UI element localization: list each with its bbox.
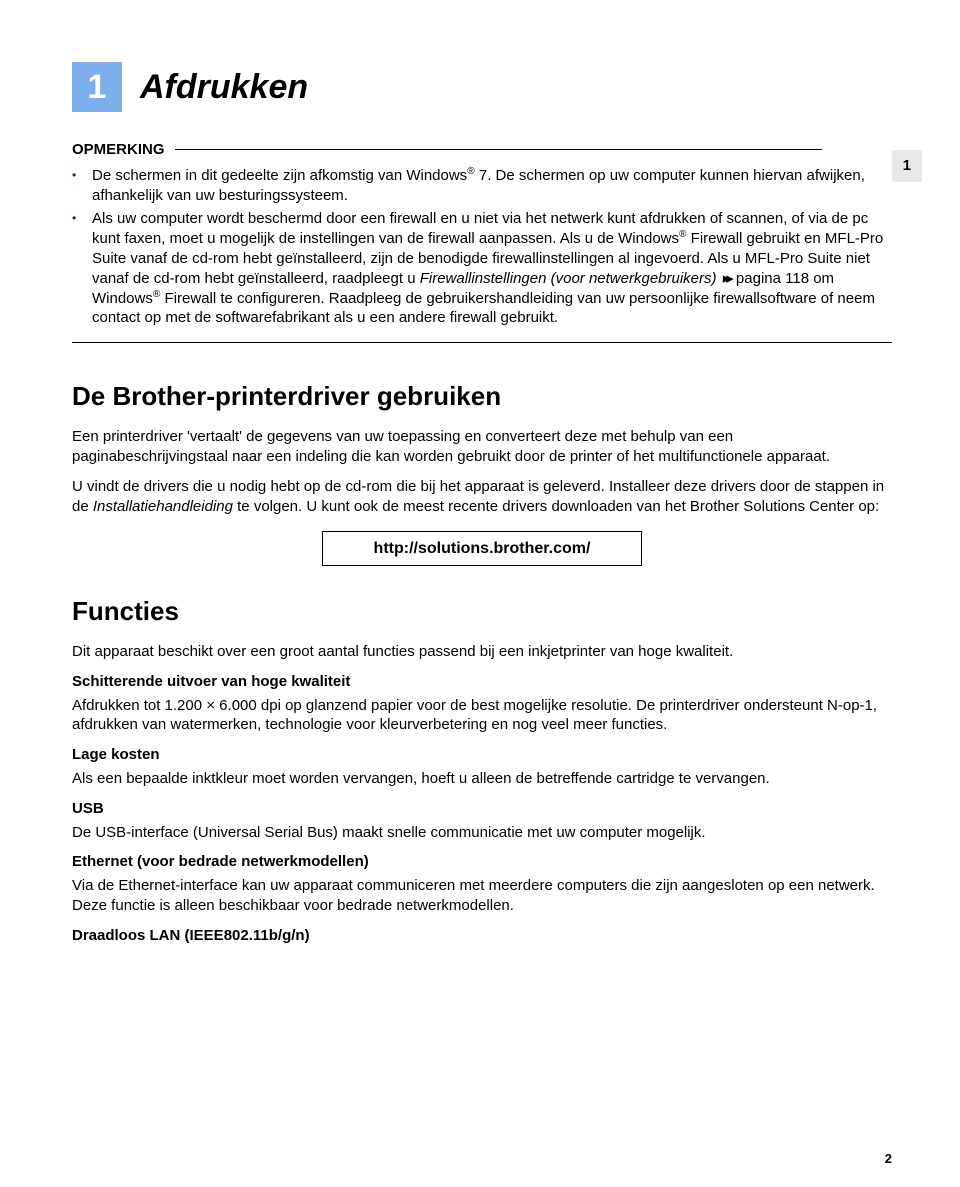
doc-reference: Installatiehandleiding — [93, 498, 233, 515]
feature-item: USB De USB-interface (Universal Serial B… — [72, 799, 892, 843]
chapter-header: 1 Afdrukken — [72, 62, 892, 112]
feature-heading: Lage kosten — [72, 745, 892, 765]
feature-body: Als een bepaalde inktkleur moet worden v… — [72, 769, 892, 789]
bullet-icon: • — [72, 209, 84, 328]
note-bullet-text: Als uw computer wordt beschermd door een… — [92, 209, 892, 328]
paragraph: Een printerdriver 'vertaalt' de gegevens… — [72, 427, 892, 467]
text-run: te volgen. U kunt ook de meest recente d… — [233, 498, 879, 515]
note-end-rule — [72, 342, 892, 343]
feature-item: Lage kosten Als een bepaalde inktkleur m… — [72, 745, 892, 789]
note-block: OPMERKING • De schermen in dit gedeelte … — [72, 140, 892, 328]
feature-body: De USB-interface (Universal Serial Bus) … — [72, 823, 892, 843]
side-page-marker: 1 — [892, 150, 922, 182]
registered-mark: ® — [679, 229, 687, 240]
feature-body: Via de Ethernet-interface kan uw apparaa… — [72, 876, 892, 916]
feature-item: Draadloos LAN (IEEE802.11b/g/n) — [72, 926, 892, 946]
paragraph: U vindt de drivers die u nodig hebt op d… — [72, 477, 892, 517]
section-heading-features: Functies — [72, 594, 892, 628]
feature-heading: Schitterende uitvoer van hoge kwaliteit — [72, 672, 892, 692]
note-bullet-text: De schermen in dit gedeelte zijn afkomst… — [92, 166, 892, 206]
bullet-icon: • — [72, 166, 84, 206]
feature-body: Afdrukken tot 1.200 × 6.000 dpi op glanz… — [72, 696, 892, 736]
chapter-title: Afdrukken — [140, 65, 308, 110]
cross-reference-link[interactable]: Firewallinstellingen (voor netwerkgebrui… — [420, 270, 717, 287]
note-rule — [175, 149, 822, 150]
note-heading-row: OPMERKING — [72, 140, 892, 160]
features-intro: Dit apparaat beschikt over een groot aan… — [72, 642, 892, 662]
feature-heading: USB — [72, 799, 892, 819]
note-bullet: • De schermen in dit gedeelte zijn afkom… — [72, 166, 892, 206]
text-run: De schermen in dit gedeelte zijn afkomst… — [92, 167, 467, 184]
feature-heading: Ethernet (voor bedrade netwerkmodellen) — [72, 852, 892, 872]
chapter-number: 1 — [88, 65, 107, 110]
text-run: Firewall te configureren. Raadpleeg de g… — [92, 290, 875, 327]
note-bullet: • Als uw computer wordt beschermd door e… — [72, 209, 892, 328]
feature-item: Schitterende uitvoer van hoge kwaliteit … — [72, 672, 892, 735]
page-ref-arrows-icon: ▸▸ — [723, 269, 730, 287]
page-number: 2 — [885, 1150, 892, 1167]
solutions-url-link[interactable]: http://solutions.brother.com/ — [322, 531, 642, 566]
chapter-number-badge: 1 — [72, 62, 122, 112]
feature-item: Ethernet (voor bedrade netwerkmodellen) … — [72, 852, 892, 915]
note-label: OPMERKING — [72, 140, 165, 160]
registered-mark: ® — [467, 166, 475, 177]
section-heading-driver: De Brother-printerdriver gebruiken — [72, 379, 892, 413]
feature-heading: Draadloos LAN (IEEE802.11b/g/n) — [72, 926, 892, 946]
